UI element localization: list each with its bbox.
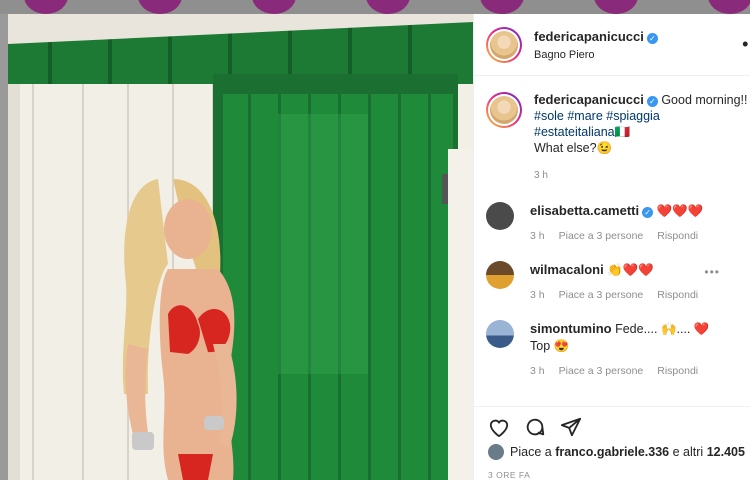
caption-hashtag-estate[interactable]: #estateitaliana: [534, 125, 615, 139]
author-username[interactable]: federicapanicucci: [534, 29, 644, 44]
post-location[interactable]: Bagno Piero: [534, 49, 658, 61]
caption-tail: What else?😉: [534, 141, 613, 155]
caption-username[interactable]: federicapanicucci: [534, 92, 644, 107]
post-photo[interactable]: [8, 14, 473, 480]
post-side-panel: federicapanicucci✓ Bagno Piero ••• feder…: [473, 14, 750, 480]
beach-cabin-photo: [8, 14, 473, 480]
share-icon[interactable]: [560, 416, 582, 438]
italy-flag-icon: 🇮🇹: [614, 125, 631, 139]
comment-likes[interactable]: Piace a 3 persone: [559, 289, 644, 301]
reply-button[interactable]: Rispondi: [657, 365, 698, 377]
likes-count[interactable]: 12.405: [707, 445, 745, 459]
story-avatar[interactable]: [138, 0, 182, 14]
post-header: federicapanicucci✓ Bagno Piero •••: [474, 14, 750, 76]
liker-avatar[interactable]: [488, 444, 504, 460]
reply-button[interactable]: Rispondi: [657, 289, 698, 301]
story-avatar[interactable]: [366, 0, 410, 14]
liked-by-user[interactable]: franco.gabriele.336: [555, 445, 669, 459]
more-icon[interactable]: •••: [742, 34, 750, 55]
comment-time[interactable]: 3 h: [530, 230, 545, 242]
commenter-username[interactable]: wilmacaloni: [530, 262, 604, 277]
comment-time[interactable]: 3 h: [530, 365, 545, 377]
caption-hashtags[interactable]: #sole #mare #spiaggia: [534, 109, 660, 123]
comment-text: Fede.... 🙌.... ❤️: [615, 322, 710, 336]
caption-text: Good morning!!: [661, 93, 748, 107]
post-modal: federicapanicucci✓ Bagno Piero ••• feder…: [8, 14, 750, 480]
more-icon[interactable]: •••: [704, 265, 720, 279]
caption-time[interactable]: 3 h: [534, 168, 750, 184]
post-caption: federicapanicucci ✓ Good morning!! #sole …: [474, 76, 750, 184]
comment-icon[interactable]: [524, 416, 546, 438]
likes-mid: e altri: [672, 445, 704, 459]
post-actions-bar: [474, 406, 750, 446]
commenter-avatar[interactable]: [486, 261, 514, 289]
likes-prefix: Piace a: [510, 445, 552, 459]
comment-text: ❤️❤️❤️: [656, 204, 704, 218]
likes-summary: Piace a franco.gabriele.336 e altri 12.4…: [488, 444, 745, 460]
story-avatar[interactable]: [708, 0, 750, 14]
reply-button[interactable]: Rispondi: [657, 230, 698, 242]
story-avatar[interactable]: [24, 0, 68, 14]
verified-icon: ✓: [646, 96, 658, 107]
verified-icon: ✓: [646, 33, 658, 44]
commenter-username[interactable]: elisabetta.cametti: [530, 203, 639, 218]
author-avatar[interactable]: [486, 26, 522, 63]
comment-item: wilmacaloni 👏❤️❤️ 3 h Piace a 3 persone Ri…: [474, 261, 750, 304]
caption-author-avatar[interactable]: [486, 92, 522, 128]
comment-likes[interactable]: Piace a 3 persone: [559, 230, 644, 242]
heart-icon[interactable]: [488, 417, 510, 437]
story-avatar[interactable]: [480, 0, 524, 14]
posted-ago[interactable]: 3 ORE FA: [488, 470, 530, 480]
comment-item: elisabetta.cametti ✓ ❤️❤️❤️ 3 h Piace a 3 …: [474, 202, 750, 245]
verified-icon: ✓: [642, 207, 654, 218]
story-avatar[interactable]: [252, 0, 296, 14]
comment-text: 👏❤️❤️: [607, 263, 654, 277]
comment-likes[interactable]: Piace a 3 persone: [559, 365, 644, 377]
background-feed-strip: [0, 0, 750, 14]
comment-item: simontumino Fede.... 🙌.... ❤️ Top 😍 3 h P…: [474, 320, 750, 380]
comment-time[interactable]: 3 h: [530, 289, 545, 301]
commenter-username[interactable]: simontumino: [530, 321, 612, 336]
instagram-post-view: federicapanicucci✓ Bagno Piero ••• feder…: [0, 0, 750, 480]
commenter-avatar[interactable]: [486, 202, 514, 230]
commenter-avatar[interactable]: [486, 320, 514, 348]
comment-text-line2: Top 😍: [530, 339, 570, 353]
story-avatar[interactable]: [594, 0, 638, 14]
